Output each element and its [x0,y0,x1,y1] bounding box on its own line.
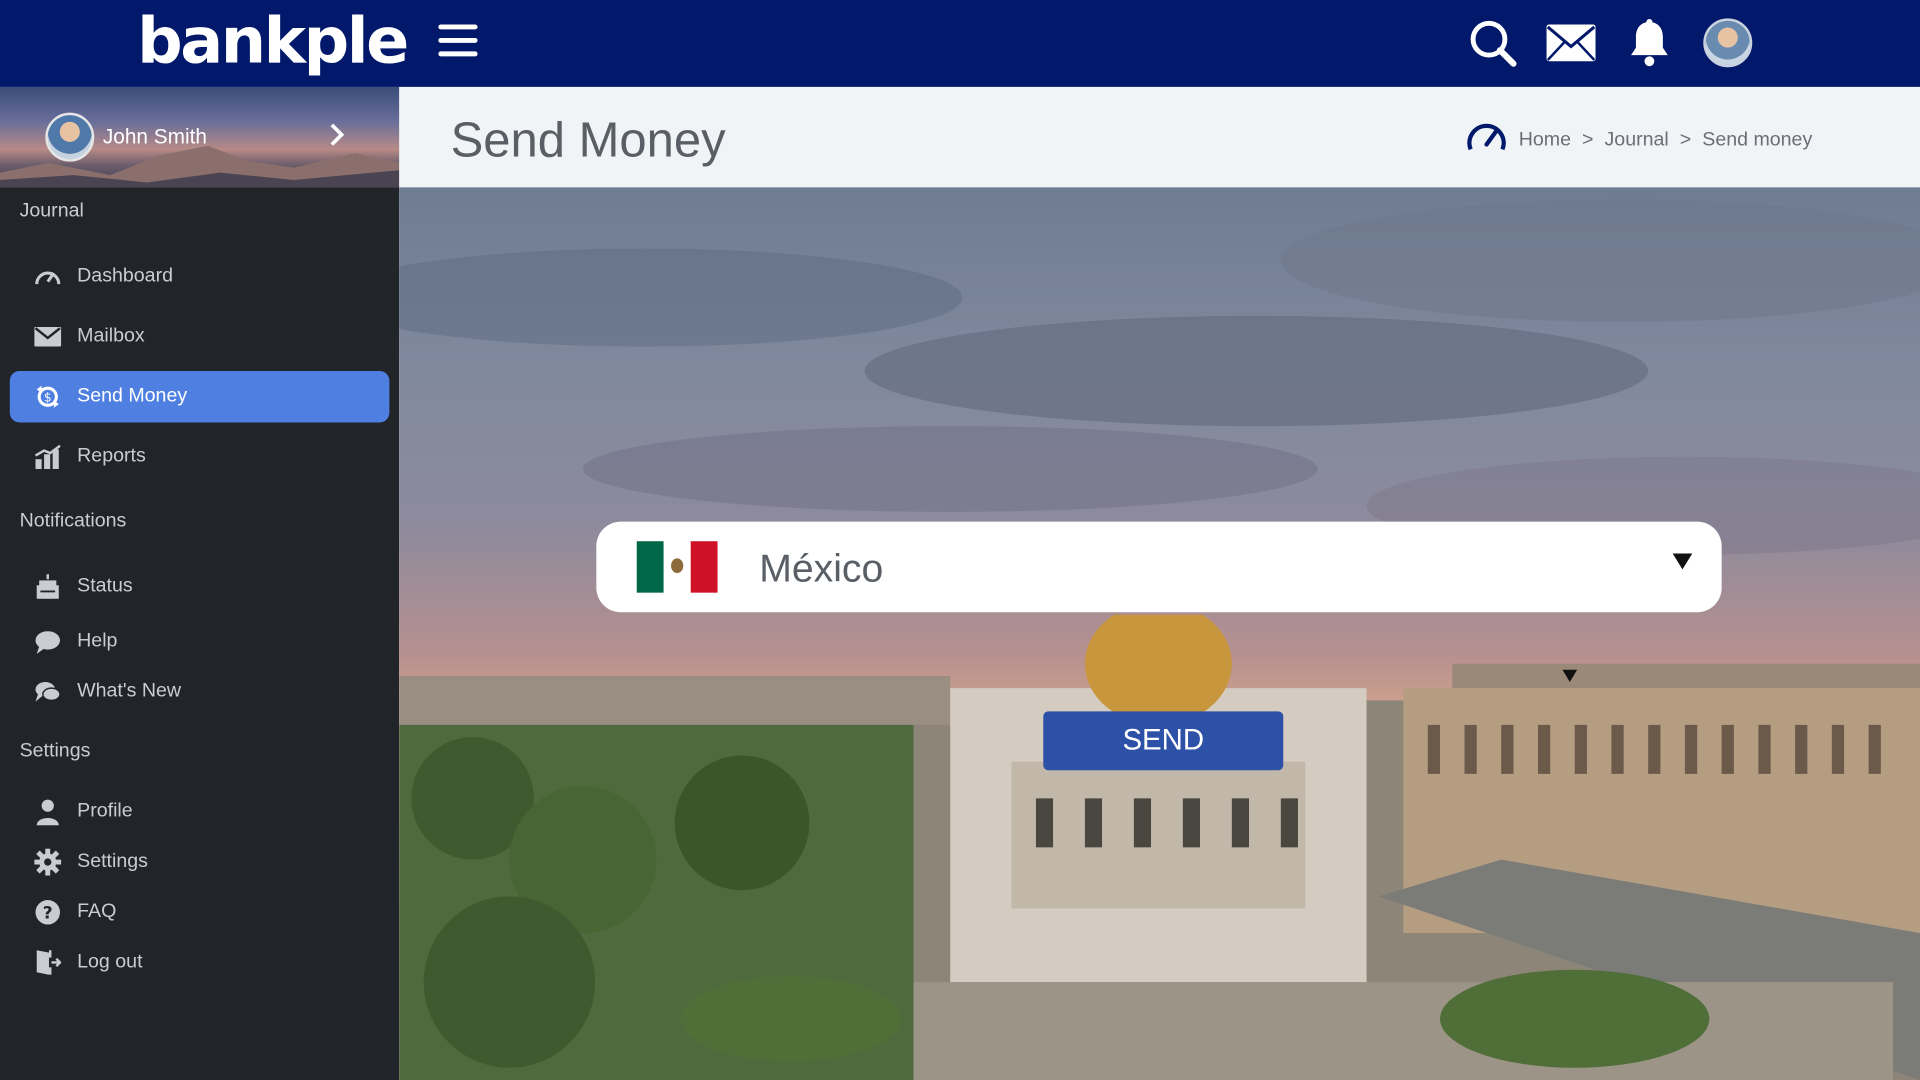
gauge-icon [1466,119,1508,162]
breadcrumb-home[interactable]: Home [1519,129,1571,151]
send-button[interactable]: SEND [1043,711,1284,771]
user-name: John Smith [102,124,207,149]
chat-bubbles-icon [34,678,61,705]
sidebar-item-label: FAQ [77,901,117,923]
question-circle-icon: ? [34,899,61,926]
sidebar-item-whats-new[interactable]: What's New [10,666,390,717]
selected-country: México [759,546,884,591]
sidebar-item-label: Send Money [77,385,188,407]
mexico-flag-icon [636,541,718,593]
mail-icon [34,323,62,350]
page-title: Send Money [450,113,726,168]
chevron-right-icon[interactable] [328,121,345,157]
sidebar-item-label: What's New [77,680,182,702]
sidebar-item-send-money[interactable]: $ Send Money [9,371,390,423]
gear-icon [34,848,62,876]
sidebar-item-dashboard[interactable]: Dashboard [10,251,390,302]
breadcrumb-current: Send money [1702,129,1813,151]
sidebar-item-label: Help [77,630,118,652]
section-title-settings: Settings [19,740,91,762]
user-card[interactable]: John Smith [0,86,400,188]
menu-icon[interactable] [438,24,478,61]
hero-background-image: México SEND [399,187,1920,1080]
sidebar-item-logout[interactable]: Log out [10,937,390,988]
breadcrumb-separator: > [1582,129,1594,151]
sidebar-item-label: Settings [77,851,148,872]
cake-icon [34,573,61,600]
caret-down-icon [1562,669,1578,683]
search-icon[interactable] [1467,17,1518,68]
door-exit-icon [34,949,62,976]
svg-text:?: ? [43,903,53,923]
sidebar-item-label: Dashboard [77,265,173,287]
dropdown-caret-icon[interactable] [1672,553,1693,570]
avatar[interactable] [45,112,95,162]
gauge-icon [34,263,61,290]
city-skyline [399,614,1920,1080]
sidebar-item-status[interactable]: Status [10,561,390,612]
avatar[interactable] [1703,18,1753,68]
sidebar-item-help[interactable]: Help [10,616,390,667]
section-title-notifications: Notifications [19,510,127,532]
sidebar-item-label: Profile [77,800,133,822]
sidebar-item-settings[interactable]: Settings [10,836,390,887]
person-icon [34,798,61,826]
sidebar-item-profile[interactable]: Profile [10,786,390,837]
sidebar-item-mailbox[interactable]: Mailbox [10,311,390,362]
sidebar-item-label: Status [77,575,133,597]
user-avatar[interactable] [1702,17,1753,68]
sidebar: John Smith Journal Dashboard Mailbox $ S… [0,86,400,1080]
brand-logo[interactable]: bankple [137,5,409,78]
main-content: Send Money Home > Journal > Send money M… [399,86,1920,1080]
page-header: Send Money Home > Journal > Send money [399,86,1920,188]
sidebar-item-label: Reports [77,445,146,467]
top-navbar: bankple [0,0,1920,87]
sidebar-item-reports[interactable]: Reports [10,431,390,482]
sidebar-item-faq[interactable]: ? FAQ [10,887,390,938]
breadcrumb-journal[interactable]: Journal [1604,129,1668,151]
money-transfer-icon: $ [34,383,61,410]
bar-chart-icon [34,443,61,470]
top-icons [1467,17,1754,68]
breadcrumb-separator: > [1679,129,1692,151]
section-title-journal: Journal [19,200,84,222]
mail-icon[interactable] [1545,17,1596,68]
bell-icon[interactable] [1624,17,1675,68]
chat-bubble-icon [34,628,61,655]
sidebar-item-label: Log out [77,951,143,973]
svg-text:$: $ [44,391,52,405]
country-select[interactable]: México [596,521,1722,613]
breadcrumb: Home > Journal > Send money [1466,119,1812,162]
sidebar-item-label: Mailbox [77,325,145,347]
